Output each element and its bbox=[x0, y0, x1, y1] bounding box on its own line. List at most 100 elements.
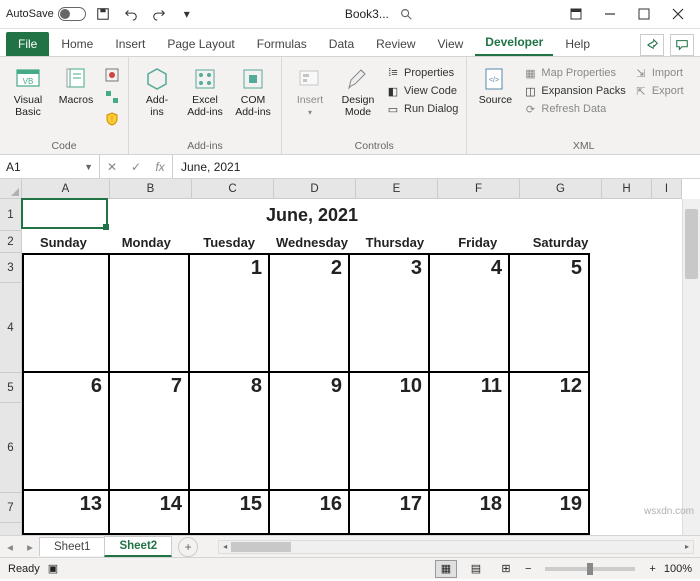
redo-button[interactable] bbox=[148, 3, 170, 25]
col-header-i[interactable]: I bbox=[652, 179, 682, 198]
name-box[interactable]: A1 ▼ bbox=[0, 155, 100, 178]
horizontal-scrollbar[interactable]: ◂ ▸ bbox=[218, 540, 694, 554]
source-button[interactable]: </> Source bbox=[473, 61, 517, 107]
addins-button[interactable]: Add- ins bbox=[135, 61, 179, 118]
qat-dropdown[interactable]: ▾ bbox=[176, 3, 198, 25]
tab-help[interactable]: Help bbox=[555, 32, 600, 56]
tab-page-layout[interactable]: Page Layout bbox=[157, 32, 244, 56]
insert-control-button[interactable]: Insert▾ bbox=[288, 61, 332, 117]
add-sheet-button[interactable]: + bbox=[178, 537, 198, 557]
group-label-addins: Add-ins bbox=[135, 138, 275, 152]
formula-input[interactable]: June, 2021 bbox=[173, 155, 700, 178]
status-bar: Ready ▣ ▦ ▤ ⊞ − + 100% bbox=[0, 557, 700, 579]
vertical-scrollbar[interactable] bbox=[682, 199, 700, 535]
export-button[interactable]: ⇱Export bbox=[632, 83, 686, 99]
worksheet-grid[interactable]: A B C D E F G H I 1 2 3 4 5 6 7 June, 20… bbox=[0, 179, 700, 535]
select-all-button[interactable] bbox=[0, 179, 22, 199]
properties-button[interactable]: ⁞≡Properties bbox=[384, 65, 460, 81]
visual-basic-button[interactable]: VB Visual Basic bbox=[6, 61, 50, 118]
record-macro-button[interactable] bbox=[102, 65, 122, 85]
row-headers[interactable]: 1 2 3 4 5 6 7 bbox=[0, 199, 22, 535]
search-icon[interactable] bbox=[399, 7, 413, 21]
fx-button[interactable]: fx bbox=[148, 160, 172, 174]
normal-view-button[interactable]: ▦ bbox=[435, 560, 457, 578]
excel-addins-button[interactable]: Excel Add-ins bbox=[183, 61, 227, 118]
share-button[interactable] bbox=[640, 34, 664, 56]
sheet-nav-prev[interactable]: ◂ bbox=[0, 540, 20, 554]
macro-record-icon[interactable]: ▣ bbox=[48, 562, 58, 575]
expansion-packs-button[interactable]: ◫Expansion Packs bbox=[521, 83, 627, 99]
run-dialog-icon: ▭ bbox=[386, 102, 400, 116]
col-header-e[interactable]: E bbox=[356, 179, 438, 198]
watermark: wsxdn.com bbox=[644, 506, 694, 517]
col-header-b[interactable]: B bbox=[110, 179, 192, 198]
com-addins-button[interactable]: COM Add-ins bbox=[231, 61, 275, 118]
map-properties-icon: ▦ bbox=[523, 66, 537, 80]
zoom-slider[interactable] bbox=[545, 567, 635, 571]
col-header-f[interactable]: F bbox=[438, 179, 520, 198]
cancel-formula-button[interactable]: ✕ bbox=[100, 160, 124, 174]
sheet-tab-sheet2[interactable]: Sheet2 bbox=[104, 536, 172, 557]
enter-formula-button[interactable]: ✓ bbox=[124, 160, 148, 174]
autosave-label: AutoSave bbox=[6, 8, 54, 20]
col-header-a[interactable]: A bbox=[22, 179, 110, 198]
tab-developer[interactable]: Developer bbox=[475, 30, 553, 56]
zoom-in-button[interactable]: + bbox=[649, 563, 655, 575]
macro-security-button[interactable]: ! bbox=[102, 109, 122, 129]
ribbon-tabs: File Home Insert Page Layout Formulas Da… bbox=[0, 29, 700, 57]
tab-data[interactable]: Data bbox=[319, 32, 364, 56]
column-headers[interactable]: A B C D E F G H I bbox=[22, 179, 682, 199]
macros-icon bbox=[62, 65, 90, 93]
export-icon: ⇱ bbox=[634, 84, 648, 98]
properties-icon: ⁞≡ bbox=[386, 66, 400, 80]
undo-button[interactable] bbox=[120, 3, 142, 25]
excel-addins-icon bbox=[191, 65, 219, 93]
col-header-g[interactable]: G bbox=[520, 179, 602, 198]
import-button[interactable]: ⇲Import bbox=[632, 65, 686, 81]
zoom-out-button[interactable]: − bbox=[525, 563, 531, 575]
page-layout-view-button[interactable]: ▤ bbox=[465, 560, 487, 578]
group-addins: Add- ins Excel Add-ins COM Add-ins Add-i… bbox=[129, 57, 282, 154]
minimize-button[interactable] bbox=[594, 2, 626, 26]
scroll-right-icon[interactable]: ▸ bbox=[681, 541, 693, 553]
toggle-off-icon[interactable] bbox=[58, 7, 86, 21]
chevron-down-icon[interactable]: ▼ bbox=[84, 162, 93, 172]
tab-review[interactable]: Review bbox=[366, 32, 425, 56]
tab-formulas[interactable]: Formulas bbox=[247, 32, 317, 56]
close-button[interactable] bbox=[662, 2, 694, 26]
tab-view[interactable]: View bbox=[428, 32, 474, 56]
autosave-toggle[interactable]: AutoSave bbox=[6, 7, 86, 21]
visual-basic-icon: VB bbox=[14, 65, 42, 93]
scroll-left-icon[interactable]: ◂ bbox=[219, 541, 231, 553]
document-name: Book3... bbox=[345, 7, 389, 21]
file-tab[interactable]: File bbox=[6, 32, 49, 56]
hscroll-thumb[interactable] bbox=[231, 542, 291, 552]
design-mode-icon bbox=[344, 65, 372, 93]
design-mode-button[interactable]: Design Mode bbox=[336, 61, 380, 118]
tab-insert[interactable]: Insert bbox=[105, 32, 155, 56]
group-label-xml: XML bbox=[473, 138, 694, 152]
col-header-d[interactable]: D bbox=[274, 179, 356, 198]
use-relative-refs-button[interactable] bbox=[102, 87, 122, 107]
view-code-button[interactable]: ◧View Code bbox=[384, 83, 460, 99]
zoom-level[interactable]: 100% bbox=[664, 563, 692, 575]
comments-button[interactable] bbox=[670, 34, 694, 56]
col-header-h[interactable]: H bbox=[602, 179, 652, 198]
page-break-view-button[interactable]: ⊞ bbox=[495, 560, 517, 578]
sheet-tab-sheet1[interactable]: Sheet1 bbox=[39, 537, 105, 556]
ribbon-display-button[interactable] bbox=[560, 2, 592, 26]
group-label-controls: Controls bbox=[288, 138, 460, 152]
com-addins-icon bbox=[239, 65, 267, 93]
cells-area[interactable]: June, 2021 Sunday Monday Tuesday Wednesd… bbox=[22, 199, 682, 535]
save-button[interactable] bbox=[92, 3, 114, 25]
sheet-nav-next[interactable]: ▸ bbox=[20, 540, 40, 554]
tab-home[interactable]: Home bbox=[51, 32, 103, 56]
col-header-c[interactable]: C bbox=[192, 179, 274, 198]
map-properties-button[interactable]: ▦Map Properties bbox=[521, 65, 627, 81]
macros-button[interactable]: Macros bbox=[54, 61, 98, 107]
maximize-button[interactable] bbox=[628, 2, 660, 26]
scroll-thumb[interactable] bbox=[685, 209, 698, 279]
svg-text:VB: VB bbox=[23, 77, 34, 86]
run-dialog-button[interactable]: ▭Run Dialog bbox=[384, 101, 460, 117]
refresh-data-button[interactable]: ⟳Refresh Data bbox=[521, 101, 627, 117]
